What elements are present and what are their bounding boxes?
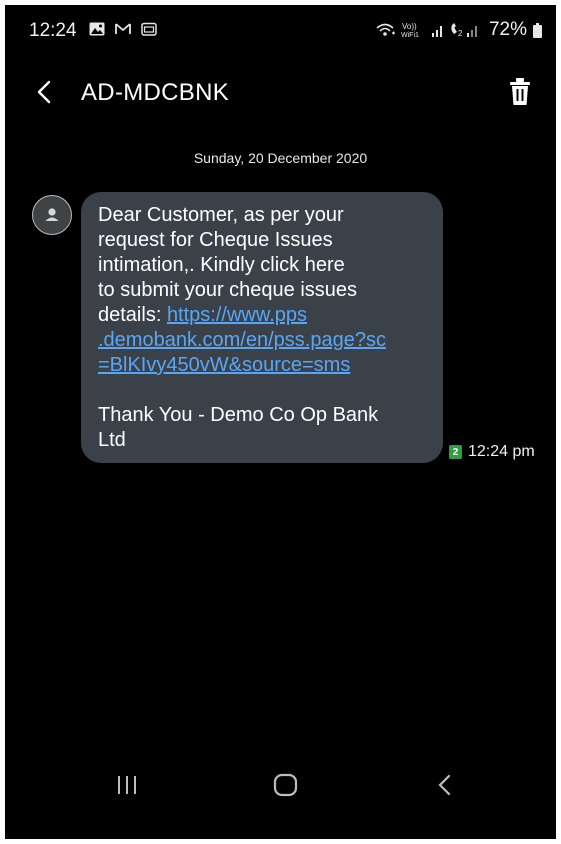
message-line: Ltd <box>98 429 126 451</box>
date-separator: Sunday, 20 December 2020 <box>193 150 368 166</box>
image-icon <box>89 22 105 36</box>
message-link[interactable]: =BlKIvy450vW&source=sms <box>98 354 350 376</box>
sim2-signal-icon: 2 <box>451 23 477 38</box>
wifi-calling-icon <box>376 23 395 36</box>
status-bar: 12:24 Vo)) WiFi1 2 72% <box>5 5 556 55</box>
status-time: 12:24 <box>29 20 77 41</box>
message-line: to submit your cheque issues <box>98 279 358 301</box>
volte-wifi-icon: Vo)) WiFi1 <box>401 22 419 39</box>
message-bubble[interactable]: Dear Customer, as per your request for C… <box>81 192 443 463</box>
details-label: details: <box>98 304 167 326</box>
signal-icons: Vo)) WiFi1 2 <box>375 21 483 39</box>
notification-icons <box>89 22 157 36</box>
message-line: .demobank.com/en/pss.page?sc <box>98 328 433 353</box>
svg-text:2: 2 <box>458 29 463 38</box>
message-link[interactable]: https://www.pps <box>167 304 307 326</box>
sender-avatar[interactable] <box>32 195 72 235</box>
sim-badge: 2 <box>449 445 462 459</box>
home-icon[interactable] <box>273 773 299 797</box>
battery-icon <box>533 22 542 38</box>
phone-screen: 12:24 Vo)) WiFi1 2 72% AD-MDCBNK Sunday,… <box>5 5 556 839</box>
recent-apps-icon[interactable] <box>115 773 139 797</box>
person-icon <box>45 208 59 221</box>
message-time: 12:24 pm <box>468 443 535 460</box>
message-line: request for Cheque Issues <box>98 229 333 251</box>
battery-percentage: 72% <box>488 19 527 40</box>
sim1-signal-icon <box>431 26 442 37</box>
svg-text:Vo)): Vo)) <box>402 22 417 31</box>
message-line: details: https://www.pps <box>98 303 433 328</box>
back-arrow-icon[interactable] <box>29 77 59 107</box>
message-line: intimation,. Kindly click here <box>98 254 345 276</box>
message-link[interactable]: .demobank.com/en/pss.page?sc <box>98 329 386 351</box>
navigation-bar <box>5 757 556 817</box>
svg-text:WiFi1: WiFi1 <box>401 32 419 39</box>
trash-icon[interactable] <box>506 77 534 107</box>
status-right: Vo)) WiFi1 2 72% <box>375 19 542 41</box>
message-line: =BlKIvy450vW&source=sms <box>98 353 433 378</box>
contact-title: AD-MDCBNK <box>81 79 230 106</box>
message-line: Dear Customer, as per your <box>98 204 344 226</box>
back-icon[interactable] <box>435 773 455 797</box>
conversation-header: AD-MDCBNK <box>5 65 556 121</box>
gmail-icon <box>115 23 131 34</box>
message-line: Thank You - Demo Co Op Bank <box>98 404 379 426</box>
media-icon <box>141 22 157 36</box>
message-meta: 2 12:24 pm <box>449 443 535 461</box>
